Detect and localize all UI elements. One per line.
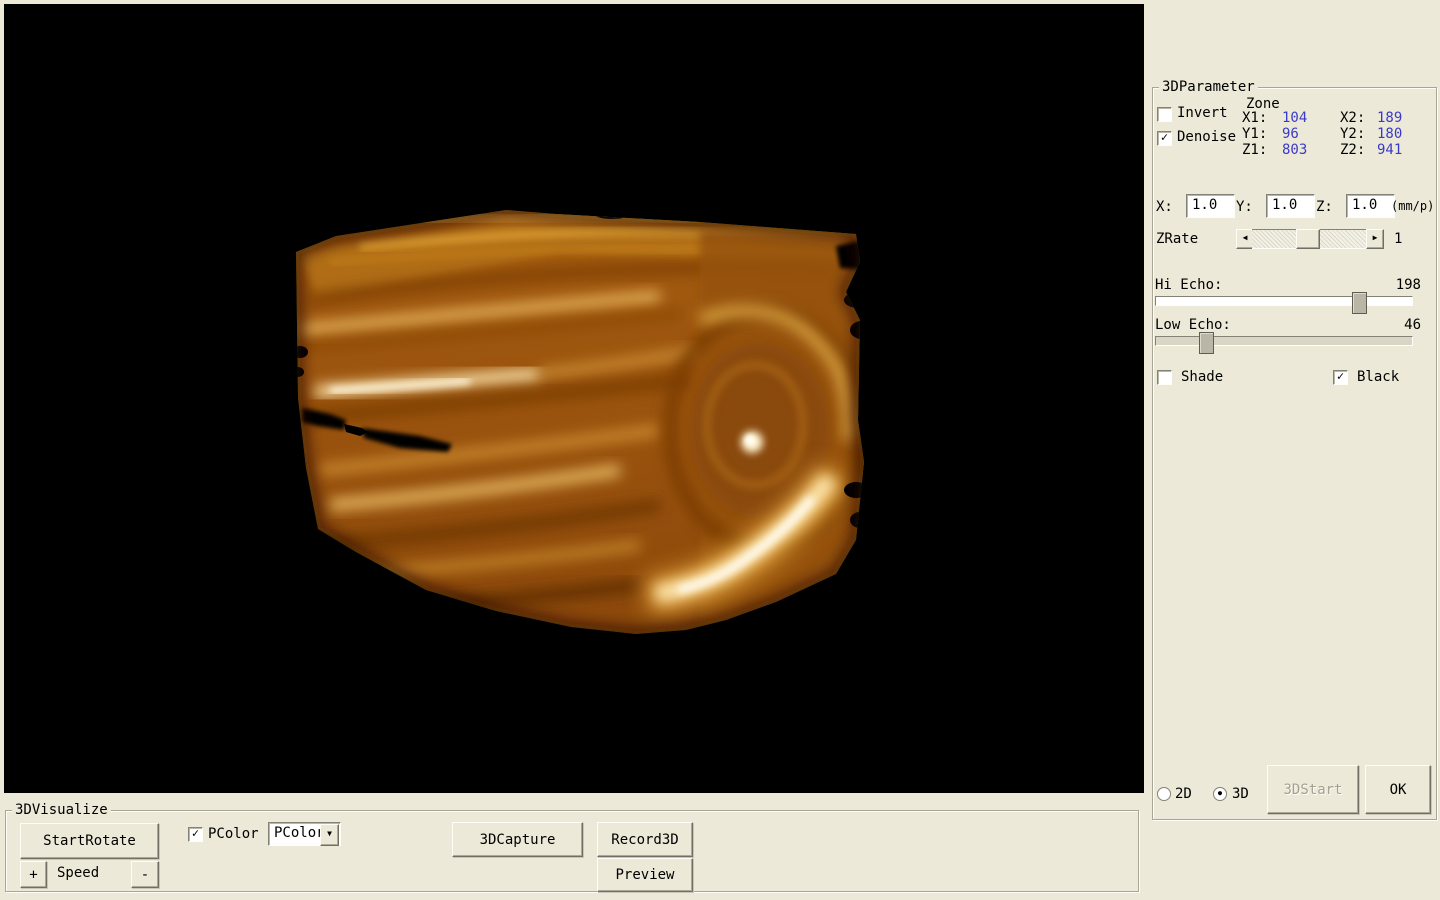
y-scale-label: Y: — [1236, 199, 1253, 215]
pcolor-checkbox[interactable]: ✓ — [188, 827, 203, 842]
invert-label: Invert — [1177, 105, 1228, 121]
volume-render — [4, 4, 1144, 793]
visualize-group-title: 3DVisualize — [12, 802, 111, 818]
y-scale-field[interactable]: 1.0 — [1266, 194, 1315, 218]
speed-label: Speed — [57, 865, 99, 881]
zone-row: Z1: 803 Z2: 941 — [1242, 142, 1432, 158]
zone-z1-value: 803 — [1282, 142, 1307, 158]
zone-z2-value: 941 — [1377, 142, 1402, 158]
capture-button[interactable]: 3DCapture — [452, 822, 583, 857]
zone-x1-value: 104 — [1282, 110, 1307, 126]
low-echo-slider-track[interactable] — [1155, 336, 1413, 346]
hi-echo-value: 198 — [1376, 277, 1421, 293]
zone-y1-value: 96 — [1282, 126, 1299, 142]
shade-label: Shade — [1181, 369, 1223, 385]
chevron-down-icon[interactable]: ▼ — [320, 824, 339, 846]
z-scale-label: Z: — [1316, 199, 1333, 215]
invert-checkbox[interactable] — [1157, 107, 1172, 122]
x-scale-field[interactable]: 1.0 — [1186, 194, 1235, 218]
zone-y2-label: Y2: — [1340, 126, 1365, 142]
black-checkbox[interactable]: ✓ — [1333, 370, 1348, 385]
denoise-label: Denoise — [1177, 129, 1236, 145]
mode-2d-radio[interactable] — [1157, 787, 1171, 801]
preview-button[interactable]: Preview — [597, 858, 693, 892]
zone-x2-label: X2: — [1340, 110, 1365, 126]
parameter-group-title: 3DParameter — [1159, 79, 1258, 95]
ok-button[interactable]: OK — [1365, 765, 1431, 814]
denoise-checkbox[interactable]: ✓ — [1157, 131, 1172, 146]
scale-unit-label: (mm/p) — [1391, 198, 1434, 214]
zone-z2-label: Z2: — [1340, 142, 1365, 158]
zrate-scrollbar[interactable]: ◀ ▶ — [1236, 229, 1382, 247]
visualize-panel: 3DVisualize StartRotate + Speed - ✓ PCol… — [0, 793, 1144, 900]
zone-y2-value: 180 — [1377, 126, 1402, 142]
pcolor-select[interactable]: PColor ▼ — [268, 822, 341, 846]
hi-echo-slider-thumb[interactable] — [1352, 292, 1367, 314]
zone-z1-label: Z1: — [1242, 142, 1267, 158]
zone-x2-value: 189 — [1377, 110, 1402, 126]
zone-y1-label: Y1: — [1242, 126, 1267, 142]
zone-row: Y1: 96 Y2: 180 — [1242, 126, 1432, 142]
pcolor-select-value: PColor — [269, 823, 325, 841]
parameter-panel: 3DParameter Invert ✓ Denoise Zone X1: 10… — [1146, 0, 1440, 900]
low-echo-value: 46 — [1376, 317, 1421, 333]
record-button[interactable]: Record3D — [597, 822, 693, 857]
low-echo-label: Low Echo: — [1155, 317, 1231, 333]
zrate-value: 1 — [1394, 231, 1402, 247]
hi-echo-slider-track[interactable] — [1155, 296, 1413, 306]
speed-plus-button[interactable]: + — [20, 861, 47, 888]
black-label: Black — [1357, 369, 1399, 385]
start3d-button[interactable]: 3DStart — [1267, 765, 1359, 814]
hi-echo-label: Hi Echo: — [1155, 277, 1222, 293]
zone-x1-label: X1: — [1242, 110, 1267, 126]
zrate-label: ZRate — [1156, 231, 1198, 247]
pcolor-label: PColor — [208, 826, 259, 842]
z-scale-field[interactable]: 1.0 — [1346, 194, 1395, 218]
low-echo-slider-thumb[interactable] — [1199, 332, 1214, 354]
shade-checkbox[interactable] — [1157, 370, 1172, 385]
application-window: 3DParameter Invert ✓ Denoise Zone X1: 10… — [0, 0, 1440, 900]
zone-row: X1: 104 X2: 189 — [1242, 110, 1432, 126]
mode-2d-label: 2D — [1175, 786, 1192, 802]
x-scale-label: X: — [1156, 199, 1173, 215]
zrate-right-arrow[interactable]: ▶ — [1366, 229, 1384, 249]
render-viewport[interactable] — [4, 4, 1144, 793]
zrate-thumb[interactable] — [1296, 229, 1320, 249]
speed-minus-button[interactable]: - — [131, 861, 159, 888]
mode-3d-radio[interactable]: ● — [1213, 787, 1227, 801]
start-rotate-button[interactable]: StartRotate — [20, 823, 159, 859]
mode-3d-label: 3D — [1232, 786, 1249, 802]
